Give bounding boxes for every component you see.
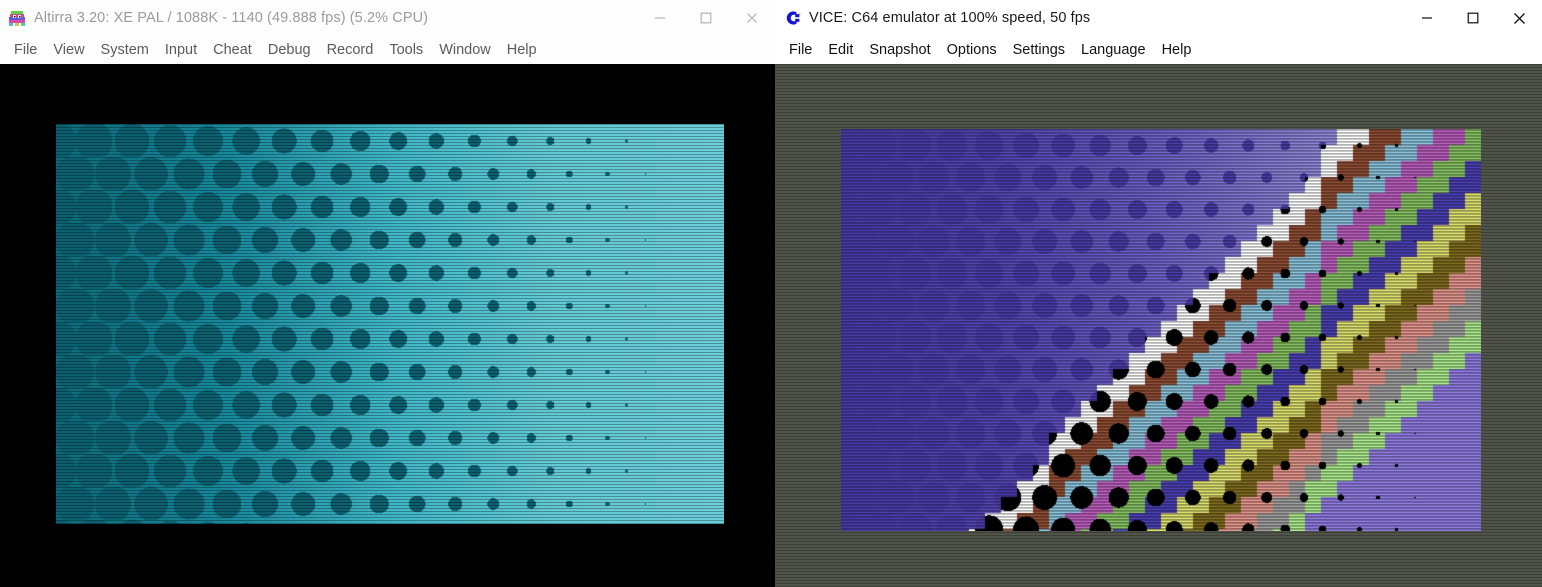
menu-item-record[interactable]: Record	[319, 39, 382, 62]
desktop: Altirra 3.20: XE PAL / 1088K - 1140 (49.…	[0, 0, 1542, 587]
maximize-button[interactable]	[683, 0, 729, 36]
titlebar-altirra[interactable]: Altirra 3.20: XE PAL / 1088K - 1140 (49.…	[0, 0, 775, 36]
window-title-vice: VICE: C64 emulator at 100% speed, 50 fps	[809, 9, 1091, 26]
vice-client-area[interactable]	[775, 64, 1542, 587]
menu-item-help[interactable]: Help	[1154, 39, 1200, 62]
window-vice[interactable]: VICE: C64 emulator at 100% speed, 50 fps…	[775, 0, 1542, 587]
maximize-button[interactable]	[1450, 0, 1496, 36]
menu-item-file[interactable]: File	[781, 39, 820, 62]
window-title-altirra: Altirra 3.20: XE PAL / 1088K - 1140 (49.…	[34, 9, 429, 26]
menu-item-help[interactable]: Help	[499, 39, 545, 62]
commodore-c-icon	[783, 9, 801, 27]
menu-item-snapshot[interactable]: Snapshot	[861, 39, 938, 62]
window-altirra[interactable]: Altirra 3.20: XE PAL / 1088K - 1140 (49.…	[0, 0, 775, 587]
titlebar-vice[interactable]: VICE: C64 emulator at 100% speed, 50 fps	[775, 0, 1542, 36]
altirra-client-area[interactable]	[0, 64, 775, 587]
altirra-logo-icon	[8, 9, 26, 27]
atari-halftone-dots	[56, 124, 724, 524]
menu-item-file[interactable]: File	[6, 39, 45, 62]
menu-item-options[interactable]: Options	[939, 39, 1005, 62]
menu-item-system[interactable]: System	[93, 39, 157, 62]
minimize-button[interactable]	[1404, 0, 1450, 36]
menu-item-cheat[interactable]: Cheat	[205, 39, 260, 62]
menu-item-tools[interactable]: Tools	[381, 39, 431, 62]
menu-item-language[interactable]: Language	[1073, 39, 1154, 62]
minimize-button[interactable]	[637, 0, 683, 36]
c64-halftone-and-colour-bands	[841, 129, 1481, 531]
atari-emulated-screen[interactable]	[56, 124, 724, 524]
menu-item-view[interactable]: View	[45, 39, 92, 62]
menu-item-window[interactable]: Window	[431, 39, 499, 62]
menu-item-debug[interactable]: Debug	[260, 39, 319, 62]
window-controls-vice	[1404, 0, 1542, 36]
window-controls-altirra	[637, 0, 775, 36]
close-button[interactable]	[1496, 0, 1542, 36]
menu-item-settings[interactable]: Settings	[1005, 39, 1073, 62]
c64-emulated-screen[interactable]	[841, 129, 1481, 531]
menu-item-input[interactable]: Input	[157, 39, 205, 62]
menubar-vice[interactable]: File Edit Snapshot Options Settings Lang…	[775, 36, 1542, 64]
menu-item-edit[interactable]: Edit	[820, 39, 861, 62]
menubar-altirra[interactable]: File View System Input Cheat Debug Recor…	[0, 36, 775, 64]
close-button[interactable]	[729, 0, 775, 36]
